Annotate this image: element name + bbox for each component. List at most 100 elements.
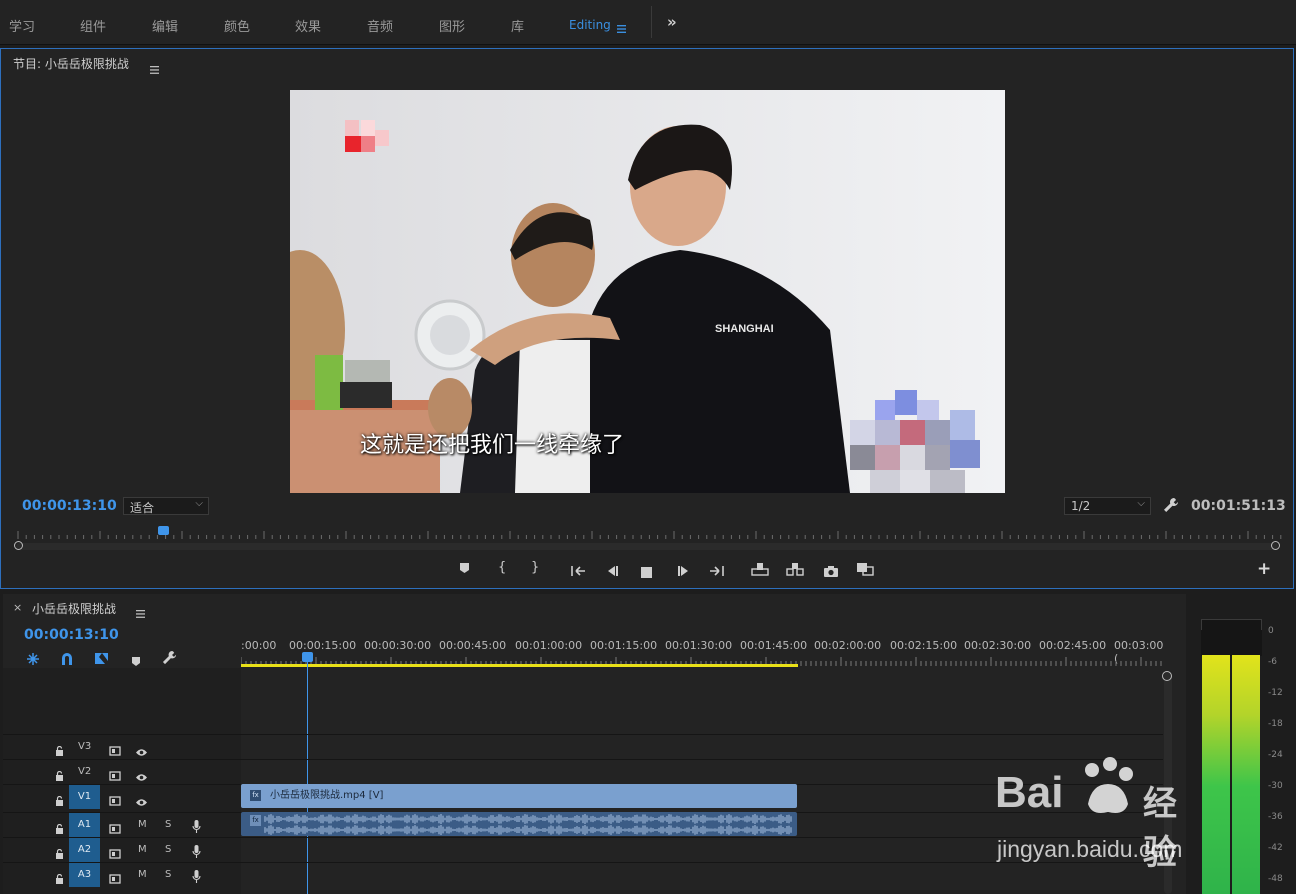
meter-right-channel [1232, 655, 1260, 894]
workspace-overflow-button[interactable]: » [667, 13, 677, 31]
microphone-icon[interactable] [192, 843, 201, 862]
source-patch-a2[interactable]: A2 [69, 838, 100, 862]
microphone-icon[interactable] [192, 818, 201, 837]
solo-track-button[interactable]: S [165, 844, 171, 855]
meter-db-label: -12 [1268, 688, 1283, 698]
sync-lock-icon[interactable] [109, 869, 121, 888]
audio-clip[interactable]: fx [241, 812, 797, 836]
audio-waveform [264, 814, 792, 835]
workspace-tab-color[interactable]: 颜色 [224, 16, 250, 35]
ruler-label: 00:02:15:00 [890, 639, 958, 652]
timeline-playhead-handle[interactable] [302, 652, 313, 662]
extract-icon[interactable] [786, 561, 804, 580]
workspace-tab-assembly[interactable]: 组件 [80, 16, 106, 35]
meter-headroom [1201, 630, 1262, 656]
work-area-bar[interactable] [241, 664, 798, 667]
go-to-in-icon[interactable] [570, 562, 586, 581]
sync-lock-icon[interactable] [109, 791, 121, 810]
ruler-label: 00:01:45:00 [740, 639, 808, 652]
watermark-url: jingyan.baidu.com [997, 836, 1183, 862]
monitor-playhead[interactable] [158, 526, 169, 535]
timeline-timecode[interactable]: 00:00:13:10 [24, 627, 119, 643]
shirt-text: SHANGHAI [715, 323, 774, 335]
sequence-duration: 00:01:51:13 [1191, 498, 1286, 514]
workspace-tab-editing[interactable]: Editing [569, 18, 611, 32]
video-subtitle: 这就是还把我们一线牵缘了 [360, 433, 625, 458]
lock-icon[interactable] [55, 766, 64, 785]
transport-controls: { } + [0, 559, 1294, 582]
meter-db-label: -18 [1268, 719, 1283, 729]
camera-icon[interactable] [823, 562, 839, 581]
zoom-handle-right[interactable] [1271, 541, 1280, 550]
ruler-label: 00:02:45:00 [1039, 639, 1107, 652]
solo-track-button[interactable]: S [165, 869, 171, 880]
workspace-tab-libraries[interactable]: 库 [511, 16, 524, 35]
source-patch-a3[interactable]: A3 [69, 863, 100, 887]
video-frame[interactable]: SHANGHAI 这就是还把我们一线牵缘了 [290, 90, 1005, 493]
sync-lock-icon[interactable] [109, 844, 121, 863]
track-row-v2: V2 [3, 759, 1163, 783]
sequence-tab-title[interactable]: 小岳岳极限挑战 [32, 600, 116, 617]
lock-icon[interactable] [55, 869, 64, 888]
track-name[interactable]: V2 [78, 766, 91, 777]
add-button[interactable]: + [1257, 559, 1271, 579]
monitor-time-ruler[interactable] [14, 527, 1282, 539]
workspace-tab-editing-cn[interactable]: 编辑 [152, 16, 178, 35]
nest-sequence-icon[interactable] [26, 651, 40, 670]
track-name[interactable]: V3 [78, 741, 91, 752]
linked-selection-icon[interactable] [94, 651, 109, 670]
lock-icon[interactable] [55, 844, 64, 863]
workspace-tab-learn[interactable]: 学习 [9, 16, 35, 35]
lock-icon[interactable] [55, 819, 64, 838]
zoom-scroll-bar[interactable] [16, 543, 1278, 550]
mark-out-button[interactable]: } [531, 560, 539, 575]
sync-lock-icon[interactable] [109, 819, 121, 838]
add-marker-button[interactable] [459, 562, 470, 578]
stop-icon[interactable] [641, 563, 652, 582]
ruler-label: 00:00:45:00 [439, 639, 507, 652]
step-back-icon[interactable] [605, 562, 619, 581]
scroll-handle-top[interactable] [1162, 671, 1172, 681]
close-tab-icon[interactable]: × [13, 601, 22, 614]
mute-track-button[interactable]: M [138, 819, 147, 830]
mute-track-button[interactable]: M [138, 844, 147, 855]
resolution-value: 1/2 [1071, 499, 1091, 513]
wrench-settings-icon[interactable] [1163, 497, 1179, 517]
step-forward-icon[interactable] [677, 562, 691, 581]
workspace-tab-effects[interactable]: 效果 [295, 16, 321, 35]
sync-lock-icon[interactable] [109, 766, 121, 785]
ruler-label: 00:00:30:00 [364, 639, 432, 652]
zoom-level-dropdown[interactable]: 适合 ⌵ [123, 497, 209, 515]
solo-track-button[interactable]: S [165, 819, 171, 830]
source-patch-v1[interactable]: V1 [69, 785, 100, 809]
wrench-settings-icon[interactable] [162, 650, 177, 669]
compare-view-icon[interactable] [856, 561, 874, 580]
panel-menu-icon[interactable] [136, 603, 145, 622]
go-to-out-icon[interactable] [709, 562, 725, 581]
zoom-handle-left[interactable] [14, 541, 23, 550]
resolution-dropdown[interactable]: 1/2 ⌵ [1064, 497, 1151, 515]
workspace-bar: 学习 组件 编辑 颜色 效果 音频 图形 库 Editing » [0, 0, 1296, 45]
lift-icon[interactable] [751, 561, 769, 580]
snap-magnet-icon[interactable] [60, 651, 74, 670]
lock-icon[interactable] [55, 791, 64, 810]
add-marker-icon[interactable] [131, 652, 141, 671]
sync-lock-icon[interactable] [109, 741, 121, 760]
mark-in-button[interactable]: { [498, 560, 506, 575]
lock-icon[interactable] [55, 741, 64, 760]
video-clip[interactable]: fx 小岳岳极限挑战.mp4 [V] [241, 784, 797, 808]
microphone-icon[interactable] [192, 868, 201, 887]
source-patch-a1[interactable]: A1 [69, 813, 100, 837]
workspace-tab-graphics[interactable]: 图形 [439, 16, 465, 35]
track-row-v3: V3 [3, 734, 1163, 758]
playhead-timecode[interactable]: 00:00:13:10 [22, 498, 117, 514]
workspace-tab-audio[interactable]: 音频 [367, 16, 393, 35]
watermark-brand: Bai [995, 768, 1064, 817]
eye-icon[interactable] [135, 792, 148, 811]
chevron-down-icon: ⌵ [195, 498, 203, 509]
hamburger-icon[interactable] [617, 18, 626, 33]
program-monitor-title[interactable]: 节目: 小岳岳极限挑战 [13, 55, 129, 72]
mute-track-button[interactable]: M [138, 869, 147, 880]
meter-db-label: -30 [1268, 781, 1283, 791]
panel-menu-icon[interactable] [150, 59, 159, 78]
